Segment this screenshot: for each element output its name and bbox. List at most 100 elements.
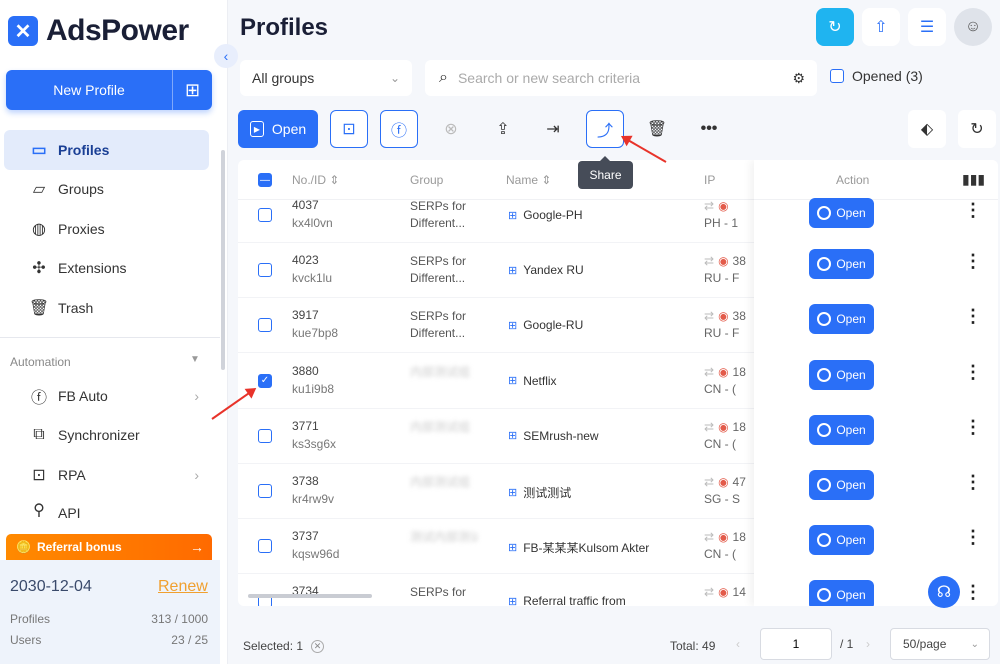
tag-button[interactable]: ⬖ <box>908 110 946 148</box>
page-input[interactable] <box>760 628 832 660</box>
row-checkbox[interactable] <box>258 263 272 278</box>
row-open-button[interactable]: Open <box>809 304 874 335</box>
name-cell: ⊞ 测试测试 <box>508 484 571 501</box>
column-settings-icon[interactable]: ▮▮▮ <box>962 171 985 188</box>
select-all-checkbox[interactable]: — <box>258 173 272 187</box>
clear-selection-icon[interactable]: ✕ <box>311 639 325 653</box>
help-headset-icon[interactable]: ☊ <box>928 576 960 608</box>
row-checkbox[interactable] <box>258 318 272 333</box>
sync-status-icon[interactable]: ↻ <box>816 8 854 46</box>
group-cell: SERPs for <box>410 584 478 606</box>
per-page-select[interactable]: 50/page ⌄ <box>890 628 990 660</box>
tag-icon: ⬖ <box>920 121 934 138</box>
upgrade-icon[interactable]: ⇧ <box>862 8 900 46</box>
row-more-icon[interactable]: ⋮ <box>964 200 982 221</box>
more-actions-button[interactable]: ••• <box>690 110 728 148</box>
windows-icon: ⊞ <box>508 487 518 499</box>
chrome-icon <box>817 367 832 382</box>
collapse-sidebar-button[interactable]: ‹ <box>214 44 238 68</box>
row-open-button[interactable]: Open <box>809 359 874 390</box>
selected-count: Selected: 1 ✕ <box>243 639 325 653</box>
row-more-icon[interactable]: ⋮ <box>964 472 982 493</box>
export-button[interactable]: ⇪ <box>484 110 522 148</box>
opened-checkbox[interactable] <box>830 69 844 83</box>
row-open-button[interactable]: Open <box>809 525 874 556</box>
col-no-id[interactable]: No./ID ⇕ <box>292 173 339 187</box>
robot-icon: ⊡ <box>342 121 356 138</box>
location-pin-icon: ◉ <box>718 530 729 545</box>
sidebar-item-api[interactable]: ⚲ API <box>4 495 209 521</box>
row-open-button[interactable]: Open <box>809 198 874 228</box>
new-profile-plus-icon[interactable]: ⊞ <box>172 70 212 110</box>
task-list-icon[interactable]: ☰ <box>908 8 946 46</box>
app-logo[interactable]: ✕ AdsPower <box>8 14 189 48</box>
row-more-icon[interactable]: ⋮ <box>964 417 982 438</box>
group-name: SERPs for Different... <box>410 254 467 286</box>
close-circle-icon: ⊗ <box>444 121 458 138</box>
search-input[interactable] <box>457 70 793 86</box>
filter-settings-icon[interactable]: ⚙ <box>792 70 805 87</box>
prev-page-icon[interactable]: ‹ <box>736 637 740 651</box>
delete-button[interactable]: 🗑 <box>638 110 676 148</box>
open-button-label: Open <box>271 121 307 137</box>
sidebar-item-synchronizer[interactable]: ⧉ Synchronizer <box>4 416 209 456</box>
sidebar-item-trash[interactable]: 🗑 Trash <box>4 288 209 328</box>
profile-number: 3771 <box>292 418 319 433</box>
profiles-table: — No./ID ⇕ Group Name ⇕ IP 4037 kx4l0vn SE… <box>238 160 998 606</box>
sidebar-item-rpa[interactable]: ⊡ RPA › <box>4 455 209 495</box>
move-icon: ⇥ <box>546 121 560 138</box>
rpa-button[interactable]: ⊡ <box>330 110 368 148</box>
facebook-icon: ⓕ <box>390 123 407 140</box>
refresh-button[interactable]: ↻ <box>958 110 996 148</box>
row-open-button[interactable]: Open <box>809 414 874 445</box>
table-horizontal-scrollbar[interactable] <box>248 594 372 598</box>
sidebar-item-proxies[interactable]: ◍ Proxies <box>4 209 209 249</box>
location-pin-icon: ◉ <box>718 585 729 600</box>
referral-bonus-banner[interactable]: 🪙 Referral bonus → <box>6 534 212 560</box>
swap-icon: ⇄ <box>704 199 715 213</box>
sidebar-item-profiles[interactable]: ▭ Profiles <box>4 130 209 170</box>
row-more-icon[interactable]: ⋮ <box>964 362 982 383</box>
id-card-icon: ▭ <box>31 141 47 159</box>
next-page-icon[interactable]: › <box>866 637 870 651</box>
action-header: Action ▮▮▮ <box>754 160 998 200</box>
row-open-button[interactable]: Open <box>809 249 874 280</box>
move-to-group-button[interactable]: ⇥ <box>534 110 572 148</box>
row-checkbox[interactable] <box>258 539 272 554</box>
profile-id: kr4rw9v <box>292 492 335 506</box>
group-select-value: All groups <box>252 70 315 86</box>
profile-name: Referral traffic from <box>523 594 626 606</box>
group-select[interactable]: All groups ⌄ <box>240 60 412 96</box>
row-more-icon[interactable]: ⋮ <box>964 582 982 603</box>
share-button[interactable]: ⤴ <box>586 110 624 148</box>
upload-icon: ⇪ <box>496 121 510 138</box>
plan-profiles-label: Profiles <box>10 612 51 626</box>
sidebar-item-extensions[interactable]: ✣ Extensions <box>4 249 209 289</box>
row-checkbox[interactable]: ✓ <box>258 373 272 388</box>
row-more-icon[interactable]: ⋮ <box>964 251 982 272</box>
opened-filter[interactable]: Opened (3) <box>830 68 923 84</box>
sidebar-scrollbar[interactable] <box>221 150 225 370</box>
fb-auto-button[interactable]: ⓕ <box>380 110 418 148</box>
per-page-value: 50/page <box>903 637 947 651</box>
row-checkbox[interactable] <box>258 484 272 498</box>
avatar[interactable]: ☺ <box>954 8 992 46</box>
new-profile-label: New Profile <box>53 82 125 98</box>
profile-number: 3880 <box>292 363 319 378</box>
selected-label: Selected: 1 <box>243 639 304 653</box>
new-profile-button[interactable]: New Profile ⊞ <box>6 70 212 110</box>
row-open-button[interactable]: Open <box>809 580 874 606</box>
renew-link[interactable]: Renew <box>158 578 208 596</box>
row-more-icon[interactable]: ⋮ <box>964 306 982 327</box>
row-more-icon[interactable]: ⋮ <box>964 527 982 548</box>
row-open-label: Open <box>836 206 866 220</box>
row-open-button[interactable]: Open <box>809 470 874 500</box>
close-profile-button[interactable]: ⊗ <box>432 110 470 148</box>
open-button[interactable]: ▸ Open <box>238 110 318 148</box>
automation-collapse-icon[interactable]: ▼ <box>190 354 200 365</box>
row-checkbox[interactable] <box>258 428 272 443</box>
sidebar-item-groups[interactable]: ▱ Groups <box>4 170 209 210</box>
row-checkbox[interactable] <box>258 208 272 222</box>
col-name[interactable]: Name ⇕ <box>506 173 551 187</box>
sidebar-item-fb-auto[interactable]: ⓕ FB Auto › <box>4 376 209 416</box>
